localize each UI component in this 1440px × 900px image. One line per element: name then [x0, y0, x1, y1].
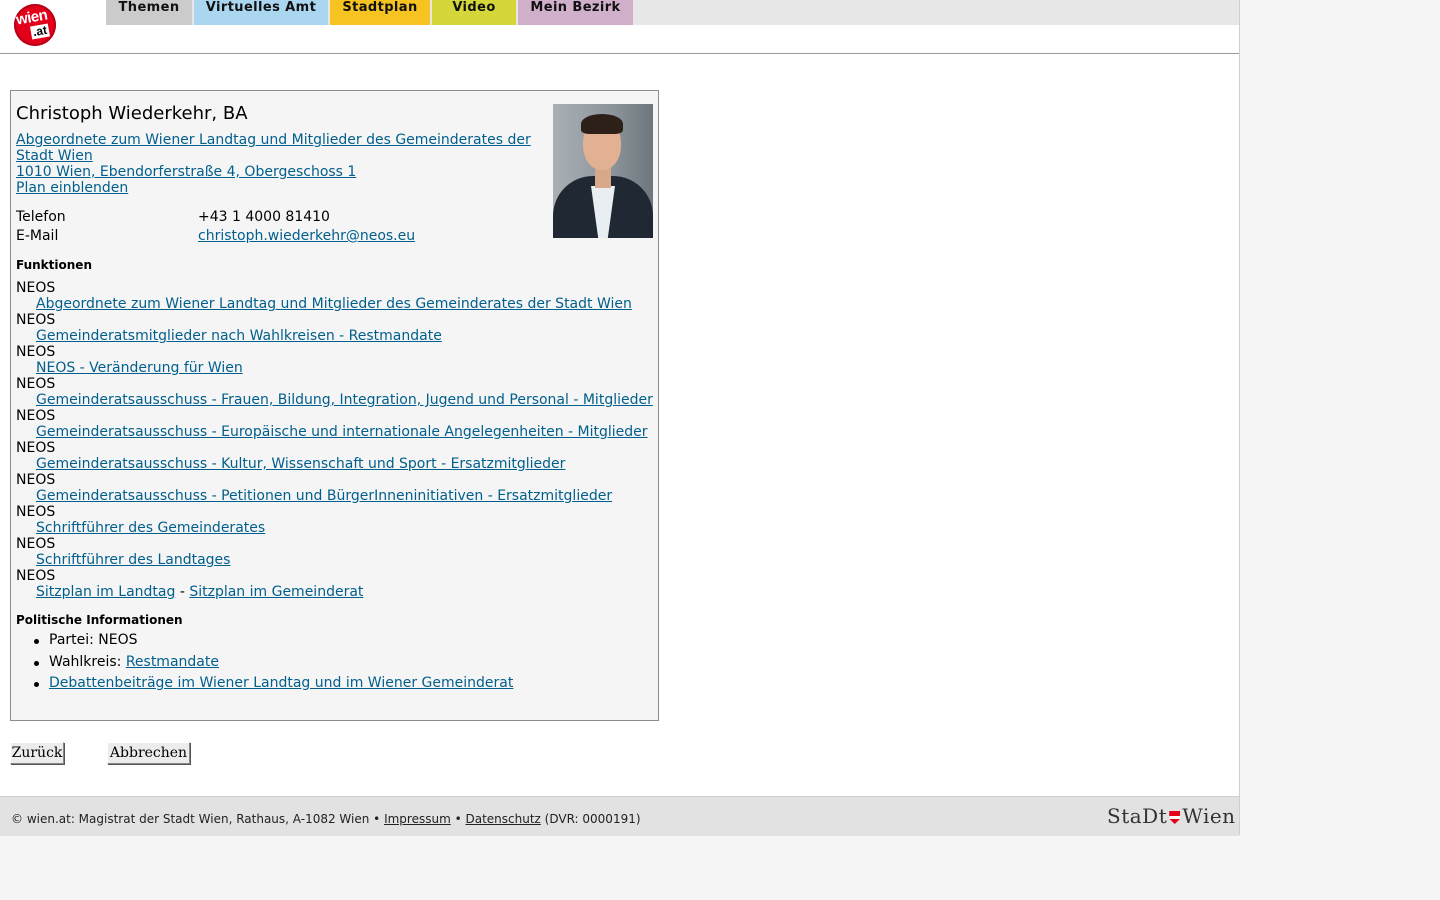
tab-stadtplan[interactable]: Stadtplan: [330, 0, 430, 25]
district-label: Wahlkreis:: [49, 653, 126, 670]
political-info-heading: Politische Informationen: [16, 613, 183, 627]
function-link[interactable]: Gemeinderatsausschuss - Kultur, Wissensc…: [36, 456, 565, 472]
function-link[interactable]: Schriftführer des Gemeinderates: [36, 520, 265, 536]
email-label: E-Mail: [16, 228, 59, 244]
person-photo: [553, 104, 653, 238]
function-org: NEOS: [16, 280, 56, 296]
function-org: NEOS: [16, 440, 56, 456]
dvr-text: (DVR: 0000191): [540, 812, 641, 826]
logo-left-text: StaDt: [1107, 804, 1168, 828]
show-map-link[interactable]: Plan einblenden: [16, 180, 128, 196]
party-text: Partei: NEOS: [49, 632, 138, 648]
function-link[interactable]: Gemeinderatsausschuss - Europäische und …: [36, 424, 648, 440]
functions-list: NEOS Abgeordnete zum Wiener Landtag und …: [16, 280, 653, 600]
email-link[interactable]: christoph.wiederkehr@neos.eu: [198, 228, 415, 244]
function-org: NEOS: [16, 472, 56, 488]
list-item: Wahlkreis: Restmandate: [33, 652, 513, 674]
vienna-shield-icon: [1169, 811, 1181, 824]
main-nav: Themen Virtuelles Amt Stadtplan Video Me…: [106, 0, 1239, 25]
seat-plan-separator: -: [175, 584, 190, 600]
functions-heading: Funktionen: [16, 258, 92, 272]
footer-text: © wien.at: Magistrat der Stadt Wien, Rat…: [11, 812, 641, 826]
back-button[interactable]: Zurück: [10, 742, 64, 764]
footer-separator: •: [450, 812, 466, 826]
site-header: wien .at Themen Virtuelles Amt Stadtplan…: [0, 0, 1239, 54]
logo-right-text: Wien: [1182, 804, 1236, 828]
privacy-link[interactable]: Datenschutz: [465, 812, 540, 826]
site-footer: © wien.at: Magistrat der Stadt Wien, Rat…: [0, 796, 1239, 836]
tab-virtuelles-amt[interactable]: Virtuelles Amt: [194, 0, 328, 25]
phone-label: Telefon: [16, 209, 66, 225]
tab-themen[interactable]: Themen: [106, 0, 192, 25]
function-link[interactable]: Gemeinderatsausschuss - Frauen, Bildung,…: [36, 392, 653, 408]
seat-plan-gemeinderat-link[interactable]: Sitzplan im Gemeinderat: [189, 584, 363, 600]
function-link[interactable]: Gemeinderatsausschuss - Petitionen und B…: [36, 488, 612, 504]
district-link[interactable]: Restmandate: [126, 654, 219, 670]
copyright-text: © wien.at: Magistrat der Stadt Wien, Rat…: [11, 812, 385, 826]
function-org: NEOS: [16, 408, 56, 424]
function-link[interactable]: Gemeinderatsmitglieder nach Wahlkreisen …: [36, 328, 442, 344]
function-link[interactable]: NEOS - Veränderung für Wien: [36, 360, 243, 376]
function-org: NEOS: [16, 504, 56, 520]
function-org: NEOS: [16, 312, 56, 328]
function-link[interactable]: Schriftführer des Landtages: [36, 552, 230, 568]
list-item: Partei: NEOS: [33, 630, 513, 652]
organisation-link-line1[interactable]: Abgeordnete zum Wiener Landtag und Mitgl…: [16, 132, 531, 148]
impressum-link[interactable]: Impressum: [384, 812, 451, 826]
function-org: NEOS: [16, 568, 56, 584]
wien-at-logo[interactable]: wien .at: [14, 4, 56, 46]
function-link[interactable]: Abgeordnete zum Wiener Landtag und Mitgl…: [36, 296, 632, 312]
logo-sub: .at: [30, 22, 51, 40]
person-detail-box: Christoph Wiederkehr, BA Abgeordnete zum…: [10, 90, 659, 721]
page: wien .at Themen Virtuelles Amt Stadtplan…: [0, 0, 1240, 836]
phone-value: +43 1 4000 81410: [198, 209, 330, 225]
function-org: NEOS: [16, 344, 56, 360]
person-name: Christoph Wiederkehr, BA: [16, 103, 248, 124]
function-org: NEOS: [16, 376, 56, 392]
tab-video[interactable]: Video: [432, 0, 516, 25]
stadt-wien-logo[interactable]: StaDt Wien: [1107, 804, 1236, 828]
debates-link[interactable]: Debattenbeiträge im Wiener Landtag und i…: [49, 675, 513, 691]
seat-plan-landtag-link[interactable]: Sitzplan im Landtag: [36, 584, 175, 600]
organisation-link-line2[interactable]: Stadt Wien: [16, 148, 93, 164]
political-info-list: Partei: NEOS Wahlkreis: Restmandate Deba…: [33, 630, 513, 695]
list-item: Debattenbeiträge im Wiener Landtag und i…: [33, 673, 513, 695]
cancel-button[interactable]: Abbrechen: [107, 742, 190, 764]
address-link[interactable]: 1010 Wien, Ebendorferstraße 4, Obergesch…: [16, 164, 356, 180]
tab-mein-bezirk[interactable]: Mein Bezirk: [518, 0, 633, 25]
function-org: NEOS: [16, 536, 56, 552]
